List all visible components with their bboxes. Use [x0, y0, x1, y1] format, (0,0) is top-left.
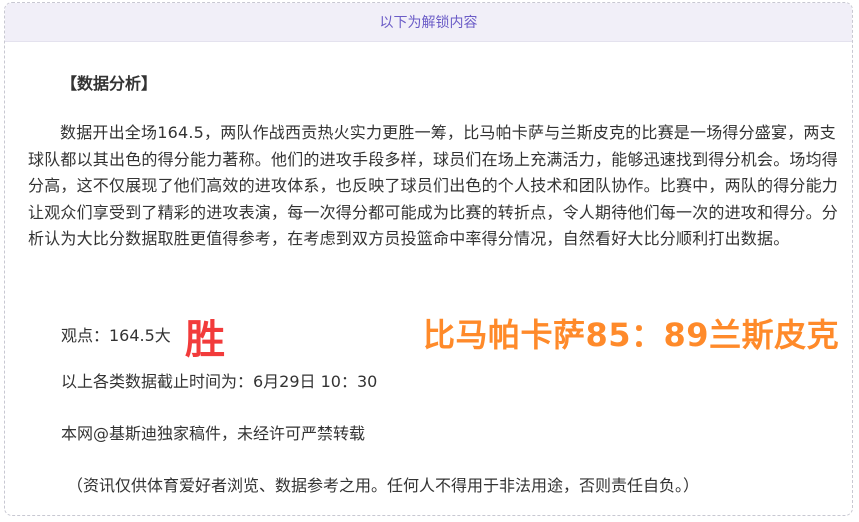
- unlock-header-text: 以下为解锁内容: [379, 15, 478, 31]
- verdict-label: 观点：164.5大: [61, 326, 171, 345]
- section-title: 【数据分析】: [61, 74, 158, 93]
- data-cutoff-time: 以上各类数据截止时间为：6月29日 10：30: [61, 372, 378, 391]
- verdict-highlight: 胜: [185, 317, 225, 363]
- unlocked-content-card: 以下为解锁内容 【数据分析】 数据开出全场164.5，两队作战西贡热火实力更胜一…: [4, 2, 853, 516]
- unlock-header: 以下为解锁内容: [5, 3, 852, 42]
- verdict-row: 观点：164.5大 胜 比马帕卡萨85：89兰斯皮克: [61, 310, 841, 363]
- final-score: 比马帕卡萨85：89兰斯皮克: [423, 316, 840, 354]
- disclaimer: （资讯仅供体育爱好者浏览、数据参考之用。任何人不得用于非法用途，否则责任自负。）: [67, 476, 700, 495]
- copyright-notice: 本网@基斯迪独家稿件，未经许可严禁转载: [61, 424, 366, 443]
- analysis-paragraph: 数据开出全场164.5，两队作战西贡热火实力更胜一筹，比马帕卡萨与兰斯皮克的比赛…: [28, 123, 839, 248]
